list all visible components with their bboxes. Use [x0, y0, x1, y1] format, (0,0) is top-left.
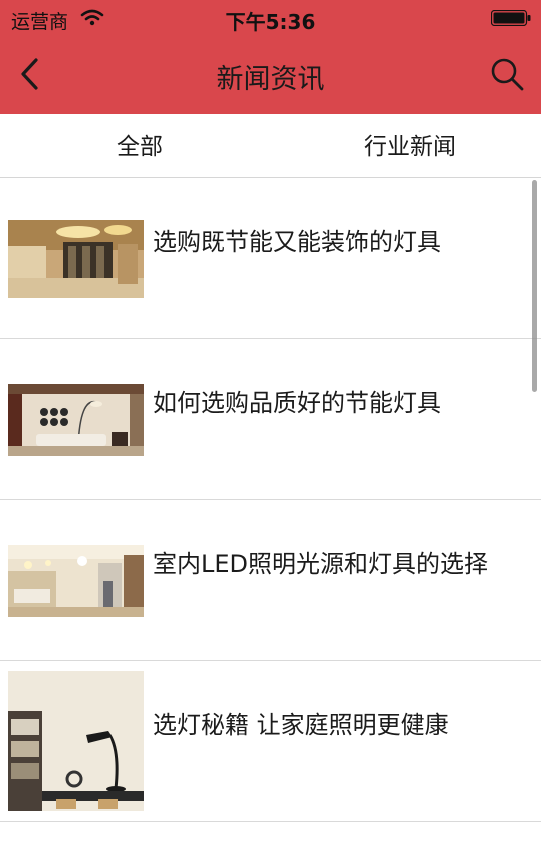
tab-all[interactable]: 全部 — [117, 114, 163, 177]
news-item[interactable]: 室内LED照明光源和灯具的选择 — [0, 500, 541, 661]
news-thumbnail-image — [8, 384, 144, 456]
status-bar: 运营商 下午5:36 — [0, 0, 541, 36]
scrollbar[interactable] — [532, 180, 537, 392]
tab-industry-news[interactable]: 行业新闻 — [364, 114, 456, 177]
news-thumbnail-image — [8, 545, 144, 617]
news-list: 选购既节能又能装饰的灯具 如何选购品质好的节能灯具 室内LED照明光源和灯具的选… — [0, 178, 541, 822]
status-time: 下午5:36 — [225, 10, 316, 34]
nav-bar: 新闻资讯 — [0, 36, 541, 114]
search-icon[interactable] — [489, 56, 525, 92]
header: 运营商 下午5:36 新闻资讯 — [0, 0, 541, 114]
battery-icon — [491, 10, 531, 26]
news-title: 如何选购品质好的节能灯具 — [153, 389, 441, 417]
news-thumbnail-image — [8, 671, 144, 811]
page-title: 新闻资讯 — [216, 64, 325, 95]
news-title: 选灯秘籍 让家庭照明更健康 — [153, 711, 449, 739]
news-thumbnail-image — [8, 220, 144, 298]
news-item[interactable]: 如何选购品质好的节能灯具 — [0, 339, 541, 500]
news-item[interactable]: 选灯秘籍 让家庭照明更健康 — [0, 661, 541, 822]
category-tabs: 全部 行业新闻 — [0, 114, 541, 178]
news-title: 室内LED照明光源和灯具的选择 — [153, 550, 489, 578]
news-item[interactable]: 选购既节能又能装饰的灯具 — [0, 178, 541, 339]
news-title: 选购既节能又能装饰的灯具 — [153, 228, 441, 256]
